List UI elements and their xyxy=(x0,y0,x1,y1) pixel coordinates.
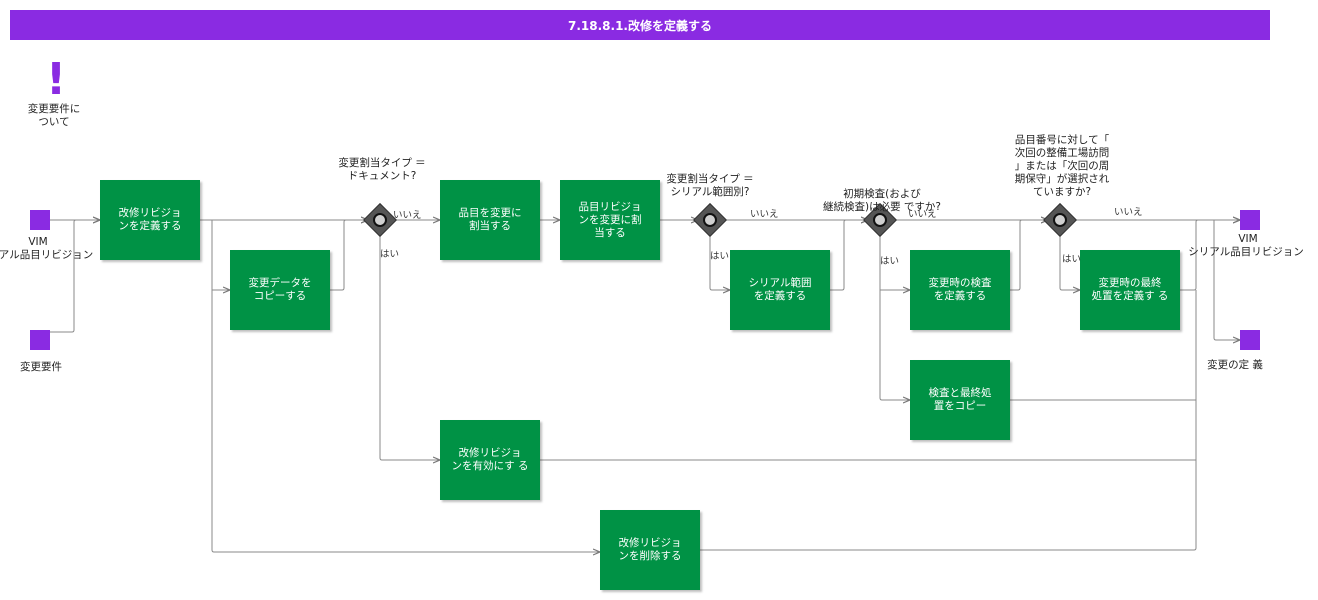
vim-item-revision-input[interactable] xyxy=(30,210,50,230)
branch-yes-label: はい xyxy=(380,249,400,260)
copy-inspection-disposition-task[interactable]: 検査と最終処 置をコピー xyxy=(910,360,1010,440)
change-definition-output[interactable] xyxy=(1240,330,1260,350)
delete-revision-task[interactable]: 改修リビジョ ンを削除する xyxy=(600,510,700,590)
vim-input-label: VIM xyxy=(28,236,48,248)
vim-output-sublabel: シリアル品目リビジョン xyxy=(1188,246,1304,258)
branch-yes-label: はい xyxy=(1062,254,1082,265)
exclamation-icon: ! xyxy=(45,54,67,105)
serial-range-gateway-label: 変更割当タイプ ＝ シリアル範囲別? xyxy=(666,173,754,198)
vim-output-label: VIM xyxy=(1238,233,1258,245)
branch-yes-label: はい xyxy=(880,256,900,267)
copy-change-data-task[interactable]: 変更データを コピーする xyxy=(230,250,330,330)
define-inspection-task[interactable]: 変更時の検査 を定義する xyxy=(910,250,1010,330)
branch-no-label: いいえ xyxy=(750,209,779,220)
change-requirement-label: 変更要件 xyxy=(20,361,62,373)
gateway-ring-icon xyxy=(700,210,720,230)
document-gateway-label: 変更割当タイプ ＝ ドキュメント? xyxy=(338,157,426,182)
branch-no-label: いいえ xyxy=(908,209,937,220)
vim-input-sublabel: アル品目リビジョン xyxy=(0,249,94,261)
define-serial-range-task[interactable]: シリアル範囲 を定義する xyxy=(730,250,830,330)
change-requirement-input[interactable] xyxy=(30,330,50,350)
branch-yes-label: はい xyxy=(710,251,730,262)
branch-no-label: いいえ xyxy=(1114,207,1143,218)
assign-item-task[interactable]: 品目を変更に 割当する xyxy=(440,180,540,260)
change-definition-label: 変更の定 義 xyxy=(1207,359,1263,371)
connector xyxy=(330,220,368,291)
gateway-ring-icon xyxy=(370,210,390,230)
connector xyxy=(830,220,868,291)
note-label: 変更要件に ついて xyxy=(27,103,81,128)
maintenance-gateway-label: 品目番号に対して「 次回の整備工場訪問 」または「次回の周 期保守」が選択され … xyxy=(1014,134,1110,198)
connector xyxy=(1010,220,1048,291)
define-final-disposition-task[interactable]: 変更時の最終 処置を定義す る xyxy=(1080,250,1180,330)
vim-serial-item-revision-output[interactable] xyxy=(1240,210,1260,230)
connector xyxy=(379,232,440,460)
define-revision-task[interactable]: 改修リビジョ ンを定義する xyxy=(100,180,200,260)
enable-revision-task[interactable]: 改修リビジョ ンを有効にす る xyxy=(440,420,540,500)
branch-no-label: いいえ xyxy=(393,210,422,221)
gateway-ring-icon xyxy=(1050,210,1070,230)
assign-item-revision-task[interactable]: 品目リビジョ ンを変更に割 当する xyxy=(560,180,660,260)
